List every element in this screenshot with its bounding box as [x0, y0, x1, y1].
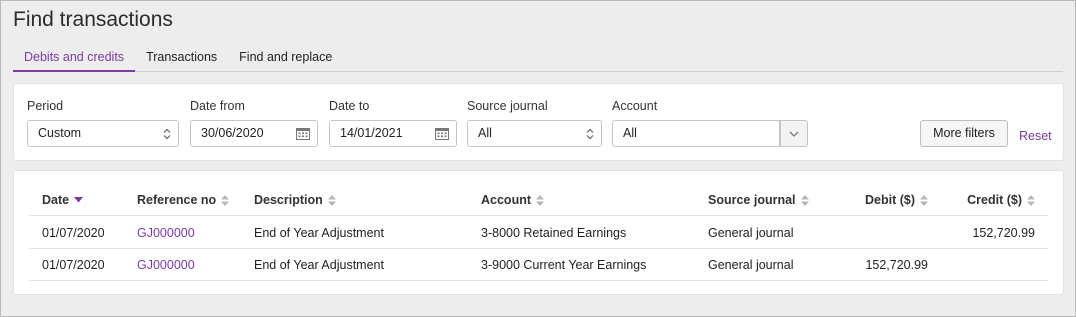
- calendar-icon[interactable]: [435, 121, 449, 146]
- date-to-value: 14/01/2021: [340, 126, 403, 140]
- date-from-label: Date from: [190, 99, 245, 113]
- tab-find-and-replace[interactable]: Find and replace: [228, 43, 343, 72]
- column-header-debit[interactable]: Debit ($): [844, 193, 928, 207]
- date-from-field[interactable]: 30/06/2020: [190, 120, 318, 147]
- cell-account: 3-8000 Retained Earnings: [481, 226, 627, 240]
- account-dropdown-button[interactable]: [780, 120, 808, 147]
- column-header-date[interactable]: Date: [42, 193, 84, 207]
- cell-date: 01/07/2020: [42, 258, 105, 272]
- tab-debits-and-credits[interactable]: Debits and credits: [13, 43, 136, 72]
- cell-description: End of Year Adjustment: [254, 226, 384, 240]
- column-header-source-journal[interactable]: Source journal: [708, 193, 809, 207]
- source-journal-select[interactable]: All: [467, 120, 602, 147]
- column-header-source-journal-label: Source journal: [708, 193, 796, 207]
- header-divider: [29, 215, 1048, 216]
- cell-date: 01/07/2020: [42, 226, 105, 240]
- updown-icon: [586, 121, 594, 146]
- period-value: Custom: [38, 126, 82, 140]
- sort-descending-icon: [74, 197, 84, 203]
- page-title: Find transactions: [13, 8, 173, 31]
- source-journal-value: All: [478, 126, 492, 140]
- column-header-account[interactable]: Account: [481, 193, 544, 207]
- cell-reference-link[interactable]: GJ000000: [137, 258, 195, 272]
- account-label: Account: [612, 99, 658, 113]
- column-header-date-label: Date: [42, 193, 70, 207]
- column-header-credit-label: Credit ($): [967, 193, 1022, 207]
- source-journal-label: Source journal: [467, 99, 548, 113]
- sort-icon: [1027, 194, 1035, 206]
- more-filters-button[interactable]: More filters: [920, 120, 1008, 147]
- cell-description: End of Year Adjustment: [254, 258, 384, 272]
- cell-source-journal: General journal: [708, 258, 794, 272]
- row-divider: [29, 280, 1048, 281]
- reset-link[interactable]: Reset: [1019, 129, 1052, 143]
- updown-icon: [163, 121, 171, 146]
- filter-panel: Period Custom Date from 30/06/2020 Date …: [13, 83, 1064, 161]
- column-header-description-label: Description: [254, 193, 323, 207]
- account-combobox[interactable]: All: [612, 120, 780, 147]
- date-to-field[interactable]: 14/01/2021: [329, 120, 457, 147]
- cell-source-journal: General journal: [708, 226, 794, 240]
- sort-icon: [800, 194, 809, 206]
- tab-bar: Debits and credits Transactions Find and…: [13, 43, 1063, 72]
- sort-icon: [536, 194, 544, 206]
- calendar-icon[interactable]: [296, 121, 310, 146]
- cell-credit: 152,720.99: [972, 226, 1035, 240]
- sort-icon: [221, 194, 230, 206]
- account-value: All: [623, 126, 637, 140]
- sort-icon: [920, 194, 928, 206]
- results-table: Date Reference no Description Account So…: [13, 170, 1064, 295]
- cell-account: 3-9000 Current Year Earnings: [481, 258, 647, 272]
- column-header-account-label: Account: [481, 193, 531, 207]
- period-select[interactable]: Custom: [27, 120, 179, 147]
- column-header-description[interactable]: Description: [254, 193, 336, 207]
- cell-debit: 152,720.99: [865, 258, 928, 272]
- sort-icon: [327, 194, 336, 206]
- date-to-label: Date to: [329, 99, 370, 113]
- chevron-down-icon: [789, 131, 799, 137]
- tab-transactions[interactable]: Transactions: [135, 43, 228, 72]
- column-header-credit[interactable]: Credit ($): [949, 193, 1035, 207]
- cell-reference-link[interactable]: GJ000000: [137, 226, 195, 240]
- column-header-reference-label: Reference no: [137, 193, 217, 207]
- period-label: Period: [27, 99, 64, 113]
- row-divider: [29, 248, 1048, 249]
- date-from-value: 30/06/2020: [201, 126, 264, 140]
- column-header-reference[interactable]: Reference no: [137, 193, 230, 207]
- column-header-debit-label: Debit ($): [865, 193, 915, 207]
